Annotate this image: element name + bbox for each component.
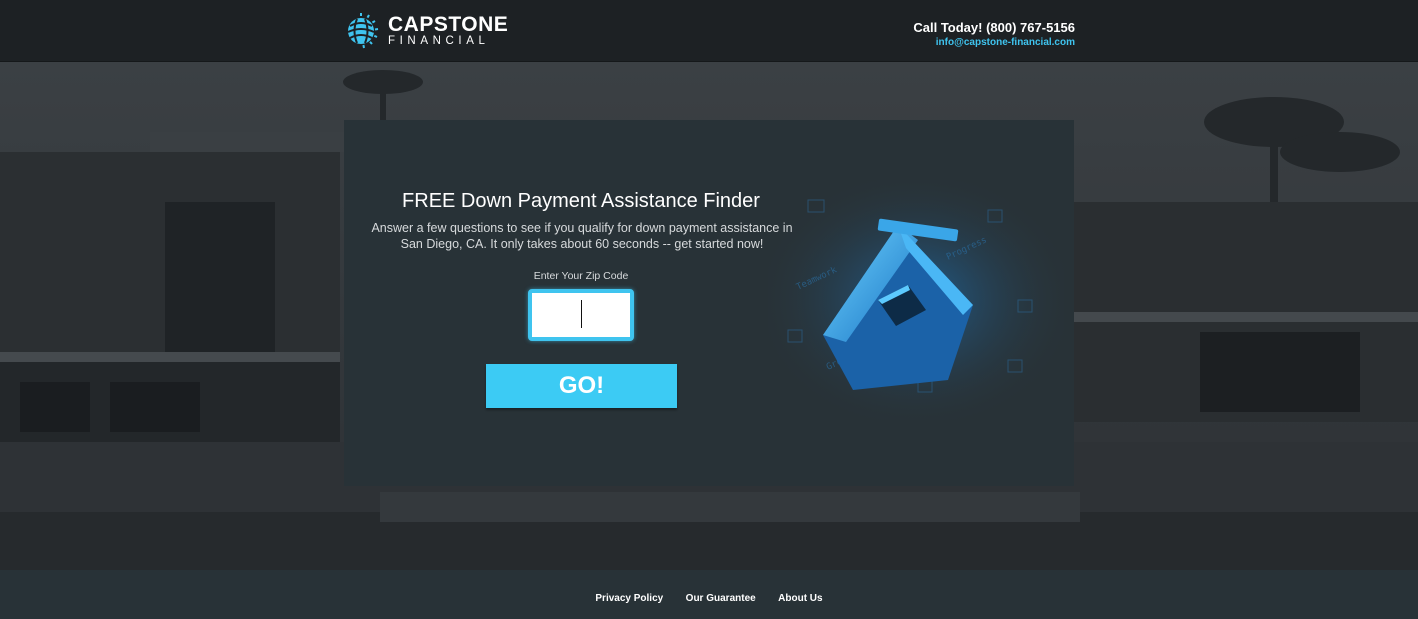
zip-label: Enter Your Zip Code bbox=[533, 270, 629, 282]
globe-logo-icon bbox=[347, 13, 379, 49]
footer-links: Privacy Policy Our Guarantee About Us bbox=[0, 588, 1418, 606]
card-title: FREE Down Payment Assistance Finder bbox=[402, 190, 760, 212]
site-footer: Privacy Policy Our Guarantee About Us bbox=[0, 570, 1418, 619]
site-header: CAPSTONE FINANCIAL Call Today! (800) 767… bbox=[0, 0, 1418, 62]
about-us-link[interactable]: About Us bbox=[778, 593, 822, 604]
contact-info: Call Today! (800) 767-5156 info@capstone… bbox=[913, 20, 1075, 48]
brand-name: CAPSTONE bbox=[388, 13, 509, 37]
finder-card: FREE Down Payment Assistance Finder Answ… bbox=[344, 120, 1074, 486]
brand-subtitle: FINANCIAL bbox=[388, 35, 490, 48]
text-caret bbox=[581, 300, 582, 328]
house-illustration: Teamwork Progress Growth Project bbox=[768, 180, 1064, 420]
our-guarantee-link[interactable]: Our Guarantee bbox=[686, 593, 756, 604]
logo[interactable]: CAPSTONE FINANCIAL bbox=[342, 12, 508, 50]
go-button[interactable]: GO! bbox=[486, 364, 677, 408]
privacy-policy-link[interactable]: Privacy Policy bbox=[595, 593, 663, 604]
phone-number[interactable]: Call Today! (800) 767-5156 bbox=[913, 20, 1075, 35]
card-description: Answer a few questions to see if you qua… bbox=[371, 221, 793, 251]
email-link[interactable]: info@capstone-financial.com bbox=[913, 37, 1075, 48]
hero-background: FREE Down Payment Assistance Finder Answ… bbox=[0, 62, 1418, 570]
